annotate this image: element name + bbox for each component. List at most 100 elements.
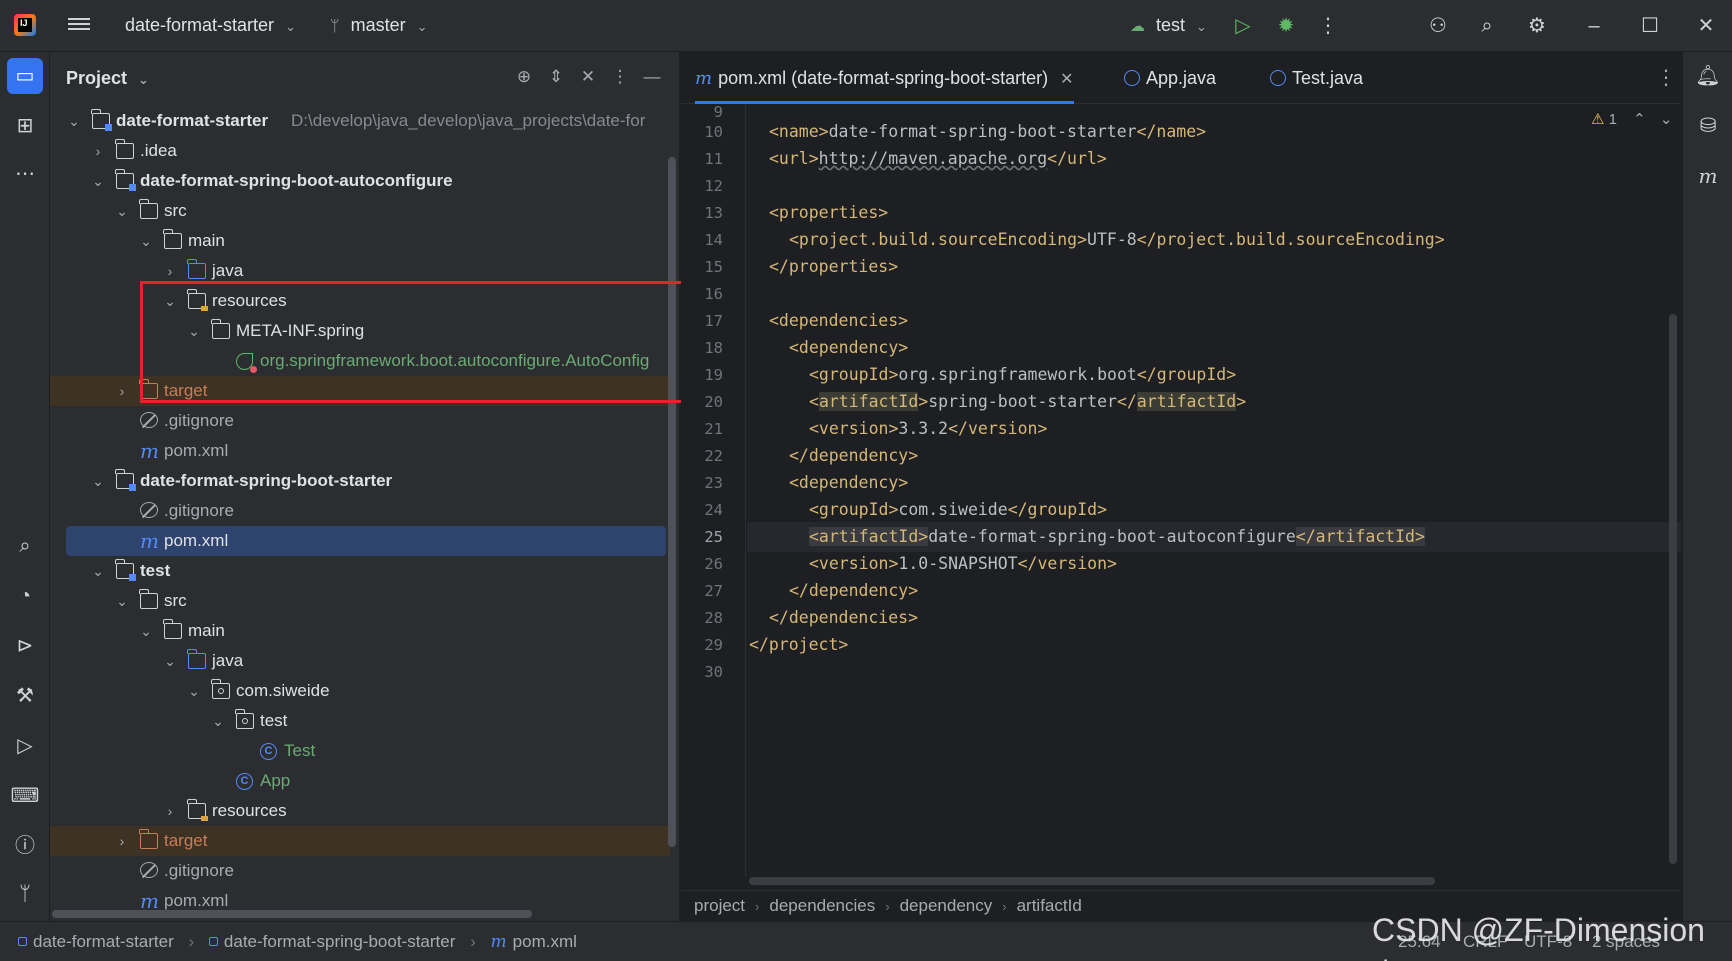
- code-line[interactable]: <dependency>: [747, 468, 1681, 498]
- tree-row-selected[interactable]: m pom.xml: [66, 526, 666, 556]
- code-line[interactable]: <dependencies>: [747, 306, 1681, 336]
- tree-row[interactable]: C Test: [50, 736, 670, 766]
- main-menu-icon[interactable]: [68, 15, 90, 35]
- editor-horizontal-scrollbar[interactable]: [749, 877, 1435, 885]
- chevron-down-icon[interactable]: ⌄: [90, 166, 106, 196]
- notifications-bell-icon[interactable]: 🔔︎: [1690, 58, 1726, 94]
- chevron-down-icon[interactable]: ⌄: [66, 106, 82, 136]
- structure-tool-icon[interactable]: ⊞: [7, 108, 43, 144]
- problems-tool-icon[interactable]: ⓘ: [7, 828, 43, 864]
- tree-row[interactable]: .gitignore: [50, 496, 670, 526]
- close-window-icon[interactable]: ✕: [1692, 12, 1720, 40]
- intellij-logo-icon[interactable]: IJ: [14, 14, 36, 36]
- code-line[interactable]: <groupId>org.springframework.boot</group…: [747, 360, 1681, 390]
- close-tab-icon[interactable]: ✕: [1060, 71, 1073, 88]
- chevron-down-icon[interactable]: ⌄: [138, 616, 154, 646]
- code-text-area[interactable]: <name>date-format-spring-boot-starter</n…: [747, 104, 1681, 877]
- tab-pom-xml[interactable]: m pom.xml (date-format-spring-boot-starte…: [695, 52, 1074, 104]
- chevron-down-icon[interactable]: ⌄: [162, 286, 178, 316]
- tree-row[interactable]: › target: [50, 826, 670, 856]
- more-tools-icon[interactable]: ⋯: [7, 156, 43, 192]
- debug-icon[interactable]: ✹: [1272, 12, 1300, 40]
- tree-row[interactable]: › target: [50, 376, 670, 406]
- breadcrumb-item[interactable]: dependencies: [769, 896, 875, 915]
- editor-vertical-scrollbar[interactable]: [1669, 314, 1677, 864]
- tree-row[interactable]: m pom.xml: [50, 436, 670, 466]
- tree-row[interactable]: ⌄ src: [50, 586, 670, 616]
- tab-test-java[interactable]: Test.java: [1270, 52, 1363, 104]
- tab-options-icon[interactable]: ⋮: [1656, 52, 1676, 104]
- chevron-down-icon[interactable]: ⌄: [138, 226, 154, 256]
- code-line[interactable]: </properties>: [747, 252, 1681, 282]
- chevron-right-icon[interactable]: ›: [114, 826, 130, 856]
- tree-row[interactable]: › resources: [50, 796, 670, 826]
- project-tool-icon[interactable]: ▭: [7, 58, 43, 94]
- tree-row[interactable]: › .idea: [50, 136, 670, 166]
- profiler-tool-icon[interactable]: ◔: [7, 578, 43, 614]
- search-icon[interactable]: ⌕: [1473, 12, 1501, 40]
- project-horizontal-scrollbar[interactable]: [52, 910, 532, 918]
- status-breadcrumb[interactable]: date-format-starter › date-format-spring…: [18, 922, 577, 961]
- code-line[interactable]: <url>http://maven.apache.org</url>: [747, 144, 1681, 174]
- add-user-icon[interactable]: ⚇: [1424, 12, 1452, 40]
- tree-row[interactable]: ⌄ java: [50, 646, 670, 676]
- database-tool-icon[interactable]: ⛁: [1690, 108, 1726, 144]
- code-line[interactable]: <name>date-format-spring-boot-starter</n…: [747, 117, 1681, 147]
- tree-row[interactable]: ⌄ test: [50, 556, 670, 586]
- breadcrumb-item[interactable]: artifactId: [1017, 896, 1082, 915]
- code-line[interactable]: [747, 171, 1681, 201]
- tree-row[interactable]: ⌄ src: [50, 196, 670, 226]
- tree-row[interactable]: ⌄ META-INF.spring: [50, 316, 670, 346]
- panel-options-icon[interactable]: ⋮: [609, 66, 631, 88]
- code-line[interactable]: </dependency>: [747, 576, 1681, 606]
- code-line[interactable]: <artifactId>spring-boot-starter</artifac…: [747, 387, 1681, 417]
- maven-tool-icon[interactable]: m: [1690, 158, 1726, 194]
- find-tool-icon[interactable]: ⌕: [7, 528, 43, 564]
- more-vertical-icon[interactable]: ⋮: [1314, 12, 1342, 40]
- minimize-icon[interactable]: –: [1580, 12, 1608, 40]
- project-panel-title[interactable]: Project ⌄: [66, 68, 149, 89]
- chevron-down-icon[interactable]: ⌄: [186, 316, 202, 346]
- chevron-down-icon[interactable]: ⌄: [162, 646, 178, 676]
- hide-panel-icon[interactable]: —: [641, 66, 663, 88]
- chevron-down-icon[interactable]: ⌄: [90, 556, 106, 586]
- run-tool-icon[interactable]: ▷: [7, 728, 43, 764]
- chevron-down-icon[interactable]: ⌄: [186, 676, 202, 706]
- code-line[interactable]: </dependency>: [747, 441, 1681, 471]
- code-line[interactable]: <groupId>com.siweide</groupId>: [747, 495, 1681, 525]
- locate-file-icon[interactable]: ⊕: [513, 66, 535, 88]
- tree-row[interactable]: ⌄ com.siweide: [50, 676, 670, 706]
- code-line[interactable]: <version>3.3.2</version>: [747, 414, 1681, 444]
- tree-row[interactable]: ⌄ date-format-spring-boot-autoconfigure: [50, 166, 670, 196]
- chevron-down-icon[interactable]: ⌄: [210, 706, 226, 736]
- maximize-icon[interactable]: ☐: [1636, 12, 1664, 40]
- chevron-down-icon[interactable]: ⌄: [114, 196, 130, 226]
- tree-row[interactable]: .gitignore: [50, 406, 670, 436]
- project-vertical-scrollbar[interactable]: [668, 157, 676, 847]
- tree-row[interactable]: ⌄ main: [50, 226, 670, 256]
- code-line[interactable]: <project.build.sourceEncoding>UTF-8</pro…: [747, 225, 1681, 255]
- code-line[interactable]: <artifactId>date-format-spring-boot-auto…: [747, 522, 1681, 552]
- git-tool-icon[interactable]: ᛘ: [7, 876, 43, 912]
- code-line[interactable]: </project>: [747, 630, 1681, 660]
- tree-row[interactable]: ⌄ date-format-starter D:\develop\java_de…: [50, 106, 670, 136]
- chevron-right-icon[interactable]: ›: [90, 136, 106, 166]
- breadcrumb-item[interactable]: project: [694, 896, 745, 915]
- tree-row[interactable]: › java: [50, 256, 670, 286]
- project-switcher[interactable]: date-format-starter ⌄: [125, 15, 296, 36]
- chevron-right-icon[interactable]: ›: [114, 376, 130, 406]
- tree-row[interactable]: org.springframework.boot.autoconfigure.A…: [50, 346, 670, 376]
- code-line[interactable]: <properties>: [747, 198, 1681, 228]
- terminal-tool-icon[interactable]: ⌨: [7, 778, 43, 814]
- tree-row[interactable]: ⌄ test: [50, 706, 670, 736]
- code-line[interactable]: </dependencies>: [747, 603, 1681, 633]
- code-line[interactable]: [747, 657, 1681, 687]
- chevron-down-icon[interactable]: ⌄: [90, 466, 106, 496]
- tree-row[interactable]: C App: [50, 766, 670, 796]
- run-icon[interactable]: ▷: [1229, 12, 1257, 40]
- settings-gear-icon[interactable]: ⚙: [1523, 12, 1551, 40]
- tree-row[interactable]: ⌄ main: [50, 616, 670, 646]
- tab-app-java[interactable]: App.java: [1124, 52, 1216, 104]
- code-line[interactable]: <dependency>: [747, 333, 1681, 363]
- collapse-all-icon[interactable]: ✕: [577, 66, 599, 88]
